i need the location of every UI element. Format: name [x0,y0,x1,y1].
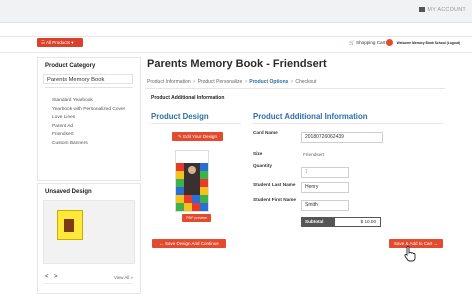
product-design-title: Product Design [151,112,209,121]
last-name-label: Student Last Name [253,182,296,187]
category-list: Standard Yearbook Yearbook with Personal… [52,98,136,150]
cart-badge [386,39,394,46]
category-item[interactable]: Friendsert [52,132,136,138]
first-name-field[interactable]: Smith [301,200,349,211]
category-item[interactable]: Standard Yearbook [52,98,136,104]
unsaved-title: Unsaved Design [45,189,92,195]
design-thumbnail[interactable] [57,210,83,240]
welcome-logout-link[interactable]: Welcome Memory Book School (Logout) [397,41,460,45]
account-icon [419,7,426,12]
card-name-field[interactable]: 20180726062439 [301,132,383,143]
pointer-hand-icon [404,246,416,262]
category-item[interactable]: Custom Banners [52,141,136,147]
breadcrumb-item[interactable]: Checkout [295,79,316,85]
category-selected[interactable]: Parents Memory Book [43,74,133,84]
design-divider [151,123,241,124]
quantity-label: Quantity [253,163,273,168]
breadcrumb-separator: > [244,79,248,85]
all-products-button[interactable]: ☰ All Products ▾ [37,38,83,47]
pdf-preview-button[interactable]: PDF preview [182,214,211,222]
view-all-link[interactable]: View All » [114,275,133,280]
product-category-panel: Product Category Parents Memory Book Sta… [37,57,141,181]
top-bar: MY ACCOUNT [0,0,472,23]
subtotal-row: Subtotal $ 10.00 [301,217,381,227]
subtotal-label: Subtotal [302,218,335,226]
edit-design-button[interactable]: ✎ Edit Your Design [172,132,223,141]
breadcrumb-item[interactable]: Product Personalize [198,79,243,85]
size-label: Size [253,151,263,156]
shopping-cart[interactable]: 🛒 Shopping Cart Welcome Memory Book Scho… [349,39,460,46]
category-item[interactable]: Parent Ad [52,124,136,130]
category-title: Product Category [45,63,96,69]
my-account-link[interactable]: MY ACCOUNT [419,7,466,13]
first-name-label: Student First Name [253,197,296,202]
cart-label: Shopping Cart [356,40,386,45]
size-value: Friendsert [303,152,325,157]
category-divider [45,87,133,88]
subheader-divider [0,52,472,53]
card-name-label: Card Name [253,130,278,135]
category-item[interactable]: Love Lines [52,115,136,121]
breadcrumb-divider [145,88,445,89]
page-title: Parents Memory Book - Friendsert [147,58,327,70]
section-heading: Product Additional Information [151,95,225,101]
thumbnail-photo [64,219,74,232]
info-divider [253,123,443,124]
breadcrumb-separator: > [290,79,294,85]
breadcrumb-separator: > [192,79,196,85]
breadcrumb: Product Information > Product Personalize >… [147,79,316,85]
prev-arrow-icon[interactable]: < [45,274,49,280]
additional-info-title: Product Additional Information [253,112,368,121]
header-divider [0,36,472,37]
all-products-label: All Products ▾ [46,40,74,45]
unsaved-design-panel: Unsaved Design < > View All » [37,183,141,294]
breadcrumb-item[interactable]: Product Information [147,79,191,85]
my-account-label: MY ACCOUNT [427,7,466,13]
main-content: Parents Memory Book - Friendsert Product… [145,56,445,294]
breadcrumb-item-active: Product Options [249,79,289,85]
design-preview-image[interactable] [175,150,209,212]
unsaved-design-preview[interactable] [43,200,135,264]
subtotal-value: $ 10.00 [360,219,376,224]
next-arrow-icon[interactable]: > [54,274,58,280]
category-item[interactable]: Yearbook with Personalized Cover [52,107,136,113]
cart-icon: 🛒 [349,40,355,45]
last-name-field[interactable]: Henry [301,182,349,193]
pager-divider [43,283,133,284]
save-design-button[interactable]: ← Save Design And Continue [152,239,226,248]
quantity-field[interactable]: 1 [301,167,349,178]
